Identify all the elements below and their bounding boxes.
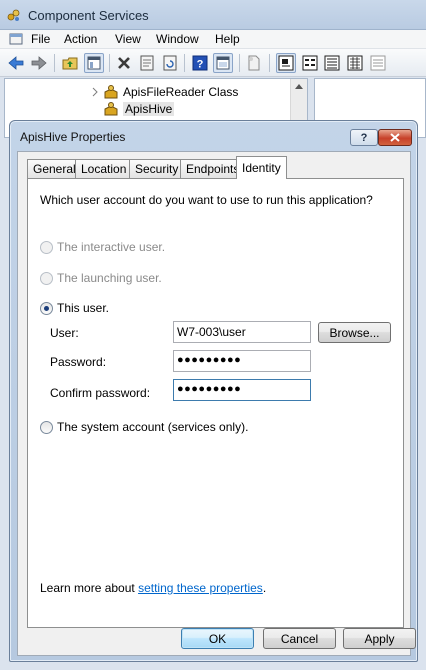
identity-panel: Which user account do you want to use to… <box>27 178 404 628</box>
confirm-password-field[interactable]: ●●●●●●●●● <box>173 379 311 401</box>
tab-general[interactable]: General <box>27 159 82 178</box>
package-icon <box>104 85 118 99</box>
component-services-icon <box>7 9 20 21</box>
help-glyph: ? <box>360 131 368 144</box>
small-icons-icon[interactable] <box>300 53 320 73</box>
password-field[interactable]: ●●●●●●●●● <box>173 350 311 372</box>
menu-file-label: File <box>31 32 51 46</box>
apply-button[interactable]: Apply <box>343 628 416 649</box>
label-this-user: This user. <box>57 301 110 315</box>
cancel-button[interactable]: Cancel <box>263 628 336 649</box>
forward-icon[interactable] <box>29 53 49 73</box>
radio-launching-user[interactable] <box>40 272 53 285</box>
user-field[interactable]: W7-003\user <box>173 321 311 343</box>
label-interactive-user: The interactive user. <box>57 240 166 254</box>
label-system-account: The system account (services only). <box>57 420 249 434</box>
learn-more-suffix: . <box>262 581 267 595</box>
new-icon[interactable] <box>244 53 264 73</box>
learn-more-link[interactable]: setting these properties <box>138 581 263 595</box>
password-label: Password: <box>50 355 107 369</box>
show-tree-icon[interactable] <box>84 53 104 73</box>
menu-file[interactable]: File <box>9 32 51 46</box>
radio-selected-dot <box>44 306 49 311</box>
label-launching-user: The launching user. <box>57 271 162 285</box>
help-button[interactable]: ? <box>350 129 378 146</box>
tree-item[interactable]: ApisFileReader Class <box>91 84 238 100</box>
delete-icon[interactable] <box>114 53 134 73</box>
properties-dialog: ApisHive Properties ? General Location S… <box>9 120 418 662</box>
properties-icon[interactable] <box>137 53 157 73</box>
tab-identity[interactable]: Identity <box>236 156 287 179</box>
tree-item-label: ApisHive <box>123 102 175 116</box>
radio-system-account[interactable] <box>40 421 53 434</box>
window-title: Component Services <box>28 8 149 23</box>
large-icons-icon[interactable] <box>276 53 296 73</box>
tree-item-label: ApisFileReader Class <box>123 85 239 99</box>
detail-view-icon[interactable] <box>345 53 365 73</box>
tab-location[interactable]: Location <box>75 159 133 178</box>
dialog-title: ApisHive Properties <box>20 130 126 144</box>
window-titlebar: Component Services <box>0 0 426 30</box>
back-icon[interactable] <box>6 53 26 73</box>
scroll-up-icon[interactable] <box>295 84 303 89</box>
tree-item-selected[interactable]: ApisHive <box>103 101 175 117</box>
expand-arrow-icon[interactable] <box>91 87 99 97</box>
close-button[interactable] <box>378 129 412 146</box>
filter-view-icon[interactable] <box>368 53 388 73</box>
menu-view[interactable]: View <box>115 32 141 46</box>
help-icon[interactable]: ? <box>190 53 210 73</box>
radio-interactive-user[interactable] <box>40 241 53 254</box>
learn-more-prefix: Learn more about <box>40 581 139 595</box>
user-label: User: <box>50 326 79 340</box>
tab-security[interactable]: Security <box>129 159 185 178</box>
refresh-icon[interactable] <box>160 53 180 73</box>
menu-window[interactable]: Window <box>156 32 199 46</box>
radio-this-user[interactable] <box>40 302 53 315</box>
list-view-icon[interactable] <box>322 53 342 73</box>
menu-bar: File Action View Window Help <box>0 30 426 49</box>
close-icon <box>390 133 400 142</box>
console-icon[interactable] <box>213 53 233 73</box>
ok-button[interactable]: OK <box>181 628 254 649</box>
package-icon <box>104 102 118 116</box>
dialog-body: General Location Security Endpoints Iden… <box>17 151 416 656</box>
menu-help[interactable]: Help <box>215 32 240 46</box>
browse-button[interactable]: Browse... <box>318 322 391 343</box>
toolbar: ? <box>0 49 426 77</box>
console-document-icon[interactable] <box>9 32 23 46</box>
learn-more-text: Learn more about setting these propertie… <box>40 581 266 595</box>
identity-question: Which user account do you want to use to… <box>40 193 373 207</box>
confirm-password-label: Confirm password: <box>50 386 151 400</box>
menu-action[interactable]: Action <box>64 32 97 46</box>
svg-text:?: ? <box>197 59 204 71</box>
up-folder-icon[interactable] <box>60 53 80 73</box>
